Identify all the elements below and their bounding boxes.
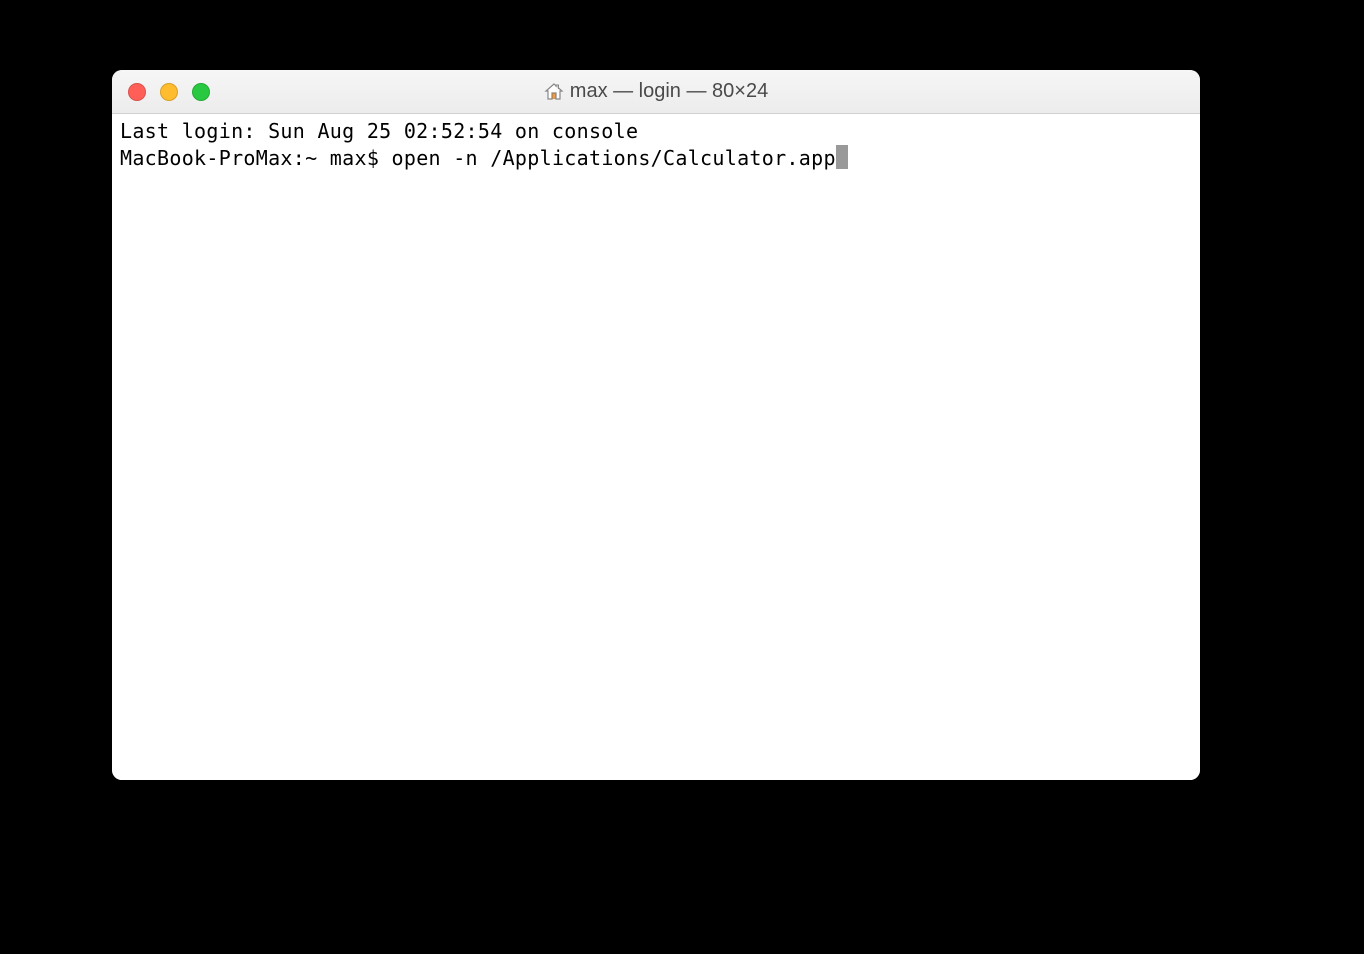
cursor [836,145,848,169]
terminal-prompt: MacBook-ProMax:~ max$ [120,146,392,170]
home-icon [544,82,564,102]
titlebar[interactable]: max — login — 80×24 [112,70,1200,114]
terminal-window: max — login — 80×24 Last login: Sun Aug … [112,70,1200,780]
window-title-text: max — login — 80×24 [570,80,768,103]
terminal-command[interactable]: open -n /Applications/Calculator.app [392,146,836,170]
close-button[interactable] [128,83,146,101]
terminal-content[interactable]: Last login: Sun Aug 25 02:52:54 on conso… [112,114,1200,780]
terminal-output-line: Last login: Sun Aug 25 02:52:54 on conso… [120,118,1192,145]
terminal-prompt-line: MacBook-ProMax:~ max$ open -n /Applicati… [120,145,1192,172]
minimize-button[interactable] [160,83,178,101]
maximize-button[interactable] [192,83,210,101]
window-title: max — login — 80×24 [112,80,1200,103]
traffic-lights [112,83,210,101]
